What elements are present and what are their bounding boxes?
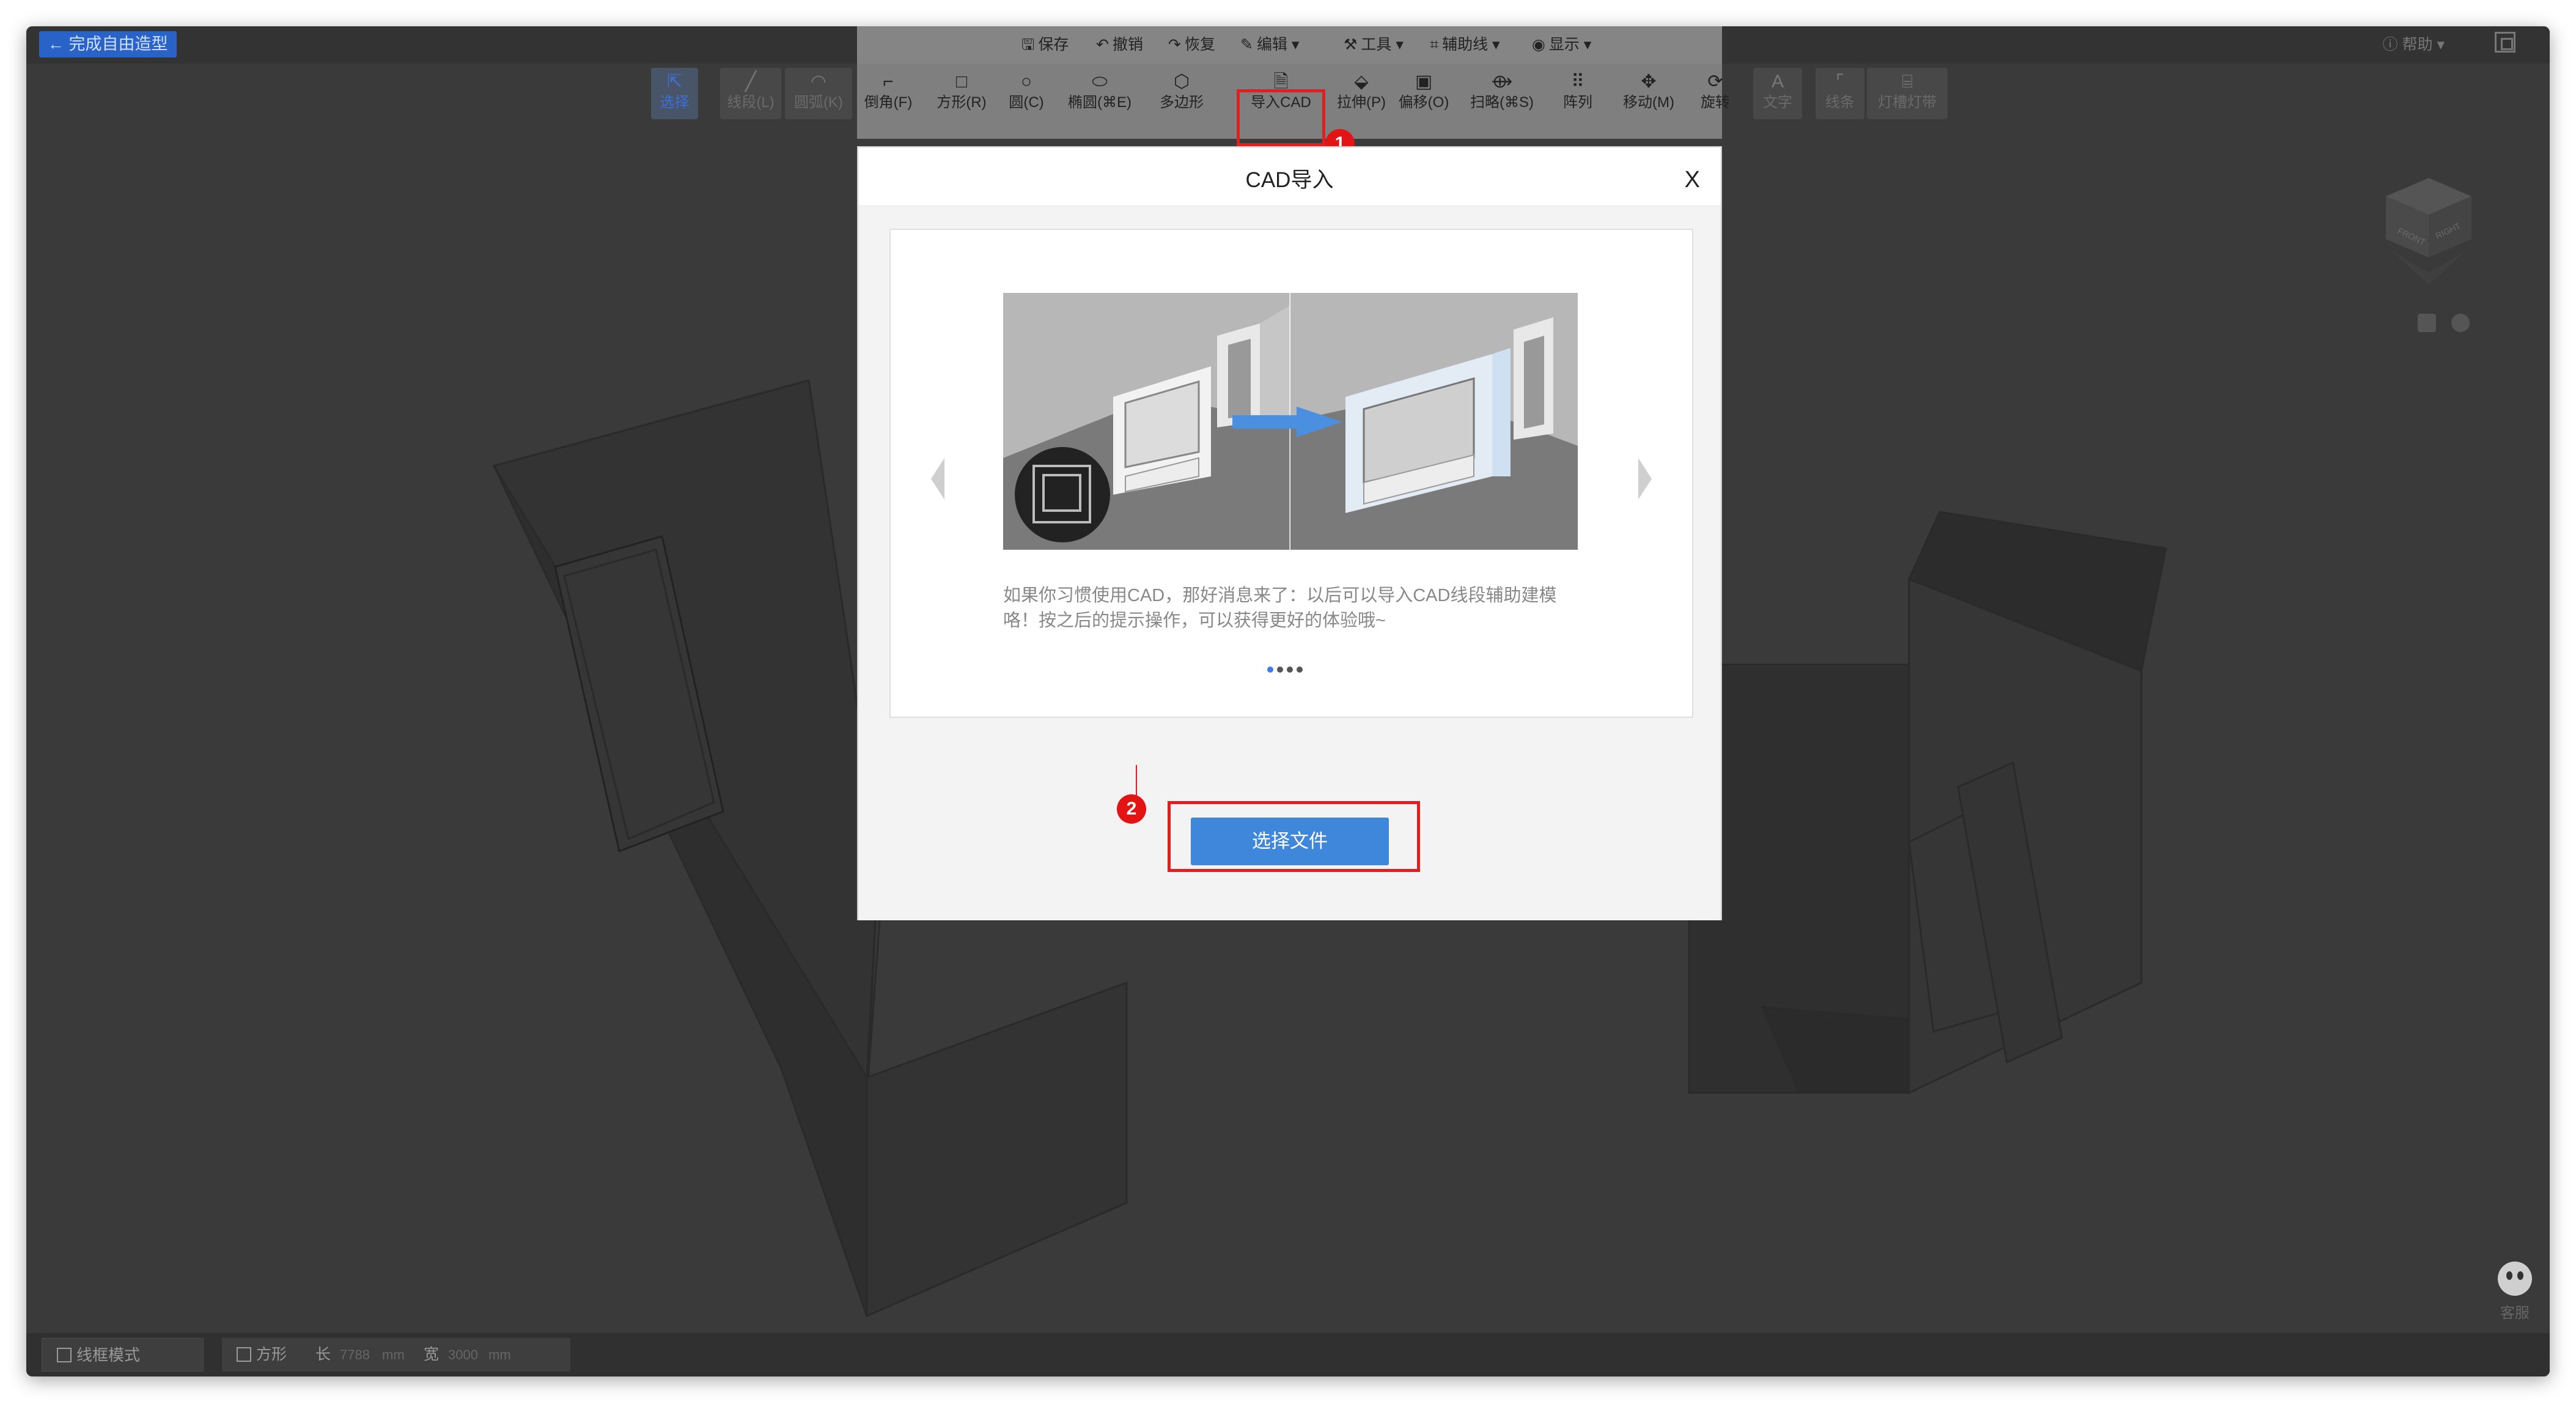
cad-import-illustration [1003,293,1578,550]
finish-modeling-button[interactable]: ← 完成自由造型 [39,31,177,57]
tool-move[interactable]: ✥ 移动(M) [1614,68,1684,119]
shape-label: 方形 [256,1346,287,1363]
menu-undo[interactable]: ↶ 撤销 [1096,32,1143,57]
shape-dimension-panel: 方形 长 7788 mm 宽 3000 mm [222,1338,570,1372]
import-cad-icon: 🗎 [1273,72,1289,92]
prev-slide-icon[interactable] [931,458,944,500]
pagination-dot[interactable] [1287,667,1293,673]
wireframe-toggle[interactable]: 线框模式 [42,1338,204,1372]
tool-extrude[interactable]: ⬙ 拉伸(P) [1332,68,1391,119]
tool-rectangle[interactable]: □ 方形(R) [927,68,996,119]
tutorial-carousel: 如果你习惯使用CAD，那好消息来了：以后可以导入CAD线段辅助建模咯！按之后的提… [889,229,1693,718]
select-icon: ⇱ [666,72,683,92]
pagination-dot[interactable] [1297,667,1303,673]
menu-guidelines[interactable]: ⌗ 辅助线 ▾ [1430,32,1500,57]
arc-icon: ◠ [810,72,827,92]
menu-redo[interactable]: ↷ 恢复 [1168,32,1215,57]
tool-ellipse[interactable]: ⬭ 椭圆(⌘E) [1059,68,1140,119]
dialog-body: 如果你习惯使用CAD，那好消息来了：以后可以导入CAD线段辅助建模咯！按之后的提… [858,206,1721,920]
carousel-pagination [1267,665,1316,673]
status-bar: 线框模式 方形 长 7788 mm 宽 3000 mm [26,1333,2550,1376]
tool-light-trough[interactable]: ⌸ 灯槽灯带 [1867,68,1948,119]
redo-icon: ↷ [1168,36,1181,53]
edit-icon: ✎ [1240,36,1253,53]
menu-edit[interactable]: ✎ 编辑 ▾ [1240,32,1299,57]
choose-file-button[interactable]: 选择文件 [1191,818,1389,865]
guideline-icon: ⌗ [1430,36,1439,53]
sweep-icon: ⟴ [1491,72,1513,92]
length-unit: mm [382,1347,405,1362]
dialog-header: CAD导入 X [858,147,1721,206]
customer-service-button[interactable]: 客服 [2493,1262,2536,1322]
home-view-icon[interactable] [2418,314,2436,332]
tool-select[interactable]: ⇱ 选择 [651,68,698,119]
shape-checkbox[interactable] [237,1347,251,1362]
width-label: 宽 [424,1346,440,1363]
length-input[interactable]: 7788 [340,1345,375,1365]
array-icon: ⠿ [1571,72,1584,92]
fullscreen-icon[interactable] [2495,32,2515,53]
menu-save[interactable]: 🖫 保存 [1021,32,1069,57]
wireframe-checkbox[interactable] [57,1348,72,1362]
app-window: FRONT RIGHT ← 完成自由造型 🖫 保存 ↶ 撤销 ↷ 恢复 ✎ 编辑 ▾ ⚒… [26,26,2550,1376]
width-input[interactable]: 3000 [448,1345,484,1365]
tool-molding[interactable]: ⌜ 线条 [1816,68,1864,119]
help-menu[interactable]: ⓘ 帮助 ▾ [2383,32,2445,57]
molding-icon: ⌜ [1835,72,1845,92]
tool-array[interactable]: ⠿ 阵列 [1553,68,1602,119]
menu-bar: 🖫 保存 ↶ 撤销 ↷ 恢复 ✎ 编辑 ▾ ⚒ 工具 ▾ ⌗ 辅助线 ▾ ◉ 显示 ▾ [857,26,1722,64]
circle-icon: ○ [1020,72,1032,92]
close-button[interactable]: X [1685,147,1700,213]
menu-display[interactable]: ◉ 显示 ▾ [1532,32,1591,57]
tool-polygon[interactable]: ⬡ 多边形 [1147,68,1216,119]
extrude-icon: ⬙ [1354,72,1369,92]
offset-icon: ▣ [1415,72,1433,92]
undo-icon: ↶ [1096,36,1109,53]
rectangle-icon: □ [955,72,968,92]
pagination-dot[interactable] [1267,667,1273,673]
tool-sweep[interactable]: ⟴ 扫略(⌘S) [1464,68,1540,119]
dialog-title: CAD导入 [1245,168,1334,192]
line-icon: ╱ [745,72,757,92]
ellipse-icon: ⬭ [1092,72,1108,92]
polygon-icon: ⬡ [1173,72,1190,92]
dialog-description: 如果你习惯使用CAD，那好消息来了：以后可以导入CAD线段辅助建模咯！按之后的提… [1003,586,1557,630]
tool-offset[interactable]: ▣ 偏移(O) [1394,68,1454,119]
tool-circle[interactable]: ○ 圆(C) [999,68,1054,119]
next-slide-icon[interactable] [1638,458,1652,500]
room-right [1688,511,2167,1095]
eye-icon: ◉ [1532,36,1545,53]
length-label: 长 [315,1346,331,1363]
rotate-icon: ⟳ [1707,72,1723,92]
light-trough-icon: ⌸ [1902,72,1913,92]
tool-rotate[interactable]: ⟳ 旋转 [1690,68,1740,119]
customer-service-icon [2498,1262,2532,1296]
menu-tools[interactable]: ⚒ 工具 ▾ [1344,32,1404,57]
top-bar: ← 完成自由造型 🖫 保存 ↶ 撤销 ↷ 恢复 ✎ 编辑 ▾ ⚒ 工具 ▾ ⌗ 辅助线 ▾ … [26,26,2550,64]
tool-line[interactable]: ╱ 线段(L) [720,68,781,119]
annotation-leader-line [1136,765,1137,797]
fillet-icon: ⌐ [883,72,894,92]
cad-import-dialog: CAD导入 X 如果你习惯使用CAD，那好消息来了：以后可以导入CAD线段辅助建… [857,146,1722,920]
pagination-dot[interactable] [1277,667,1283,673]
camera-icon[interactable] [2451,314,2470,332]
import-cad-highlight-box [1237,89,1325,146]
tool-arc[interactable]: ◠ 圆弧(K) [785,68,852,119]
width-unit: mm [488,1347,511,1362]
help-icon: ⓘ [2382,36,2402,53]
tool-fillet[interactable]: ⌐ 倒角(F) [857,68,919,119]
move-icon: ✥ [1641,72,1657,92]
text-icon: A [1771,72,1784,92]
view-cube[interactable]: FRONT RIGHT [2374,172,2484,288]
tools-icon: ⚒ [1344,36,1358,53]
step-2-badge: 2 [1117,794,1146,824]
tool-text[interactable]: A 文字 [1753,68,1802,119]
save-icon: 🖫 [1021,36,1035,53]
